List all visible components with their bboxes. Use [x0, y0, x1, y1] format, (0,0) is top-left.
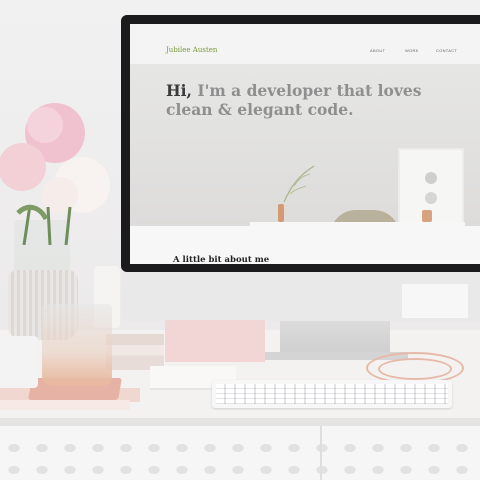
book-stack — [106, 334, 164, 370]
about-title: A little bit about me — [173, 255, 270, 264]
drinking-glass-icon — [42, 304, 112, 386]
art-circle — [425, 172, 437, 184]
flowers-icon — [0, 103, 110, 245]
drawer-front — [0, 426, 480, 480]
plant-icon — [283, 165, 315, 203]
hero-title-rest: I'm a developer that loves clean & elega… — [166, 81, 422, 119]
white-cup — [0, 336, 38, 388]
pink-box — [165, 320, 265, 362]
notebook — [0, 400, 130, 410]
white-box — [402, 284, 468, 318]
nav-work-link[interactable]: WORK — [405, 48, 419, 53]
hero-title: Hi, I'm a developer that loves clean & e… — [166, 81, 456, 119]
drawer-pattern — [0, 432, 480, 480]
desk-photo: Jubilee Austen ABOUT WORK CONTACT Hi, I'… — [0, 0, 480, 480]
cable — [378, 358, 452, 380]
nav-contact-link[interactable]: CONTACT — [436, 48, 457, 53]
drawer-split — [320, 426, 322, 480]
art-circle — [425, 192, 437, 204]
about-section: A little bit about me — [130, 226, 480, 264]
monitor-screen: Jubilee Austen ABOUT WORK CONTACT Hi, I'… — [130, 24, 480, 264]
monitor-stand — [280, 321, 390, 353]
keyboard-icon — [212, 380, 452, 408]
plant-pot — [422, 210, 432, 222]
desk-edge — [0, 418, 480, 426]
copper-vase — [278, 204, 284, 222]
site-brand[interactable]: Jubilee Austen — [166, 46, 217, 54]
keyboard-keys — [216, 384, 448, 404]
nav-about-link[interactable]: ABOUT — [370, 48, 385, 53]
hero-section: Hi, I'm a developer that loves clean & e… — [130, 64, 480, 254]
hero-greeting: Hi, — [166, 81, 192, 100]
